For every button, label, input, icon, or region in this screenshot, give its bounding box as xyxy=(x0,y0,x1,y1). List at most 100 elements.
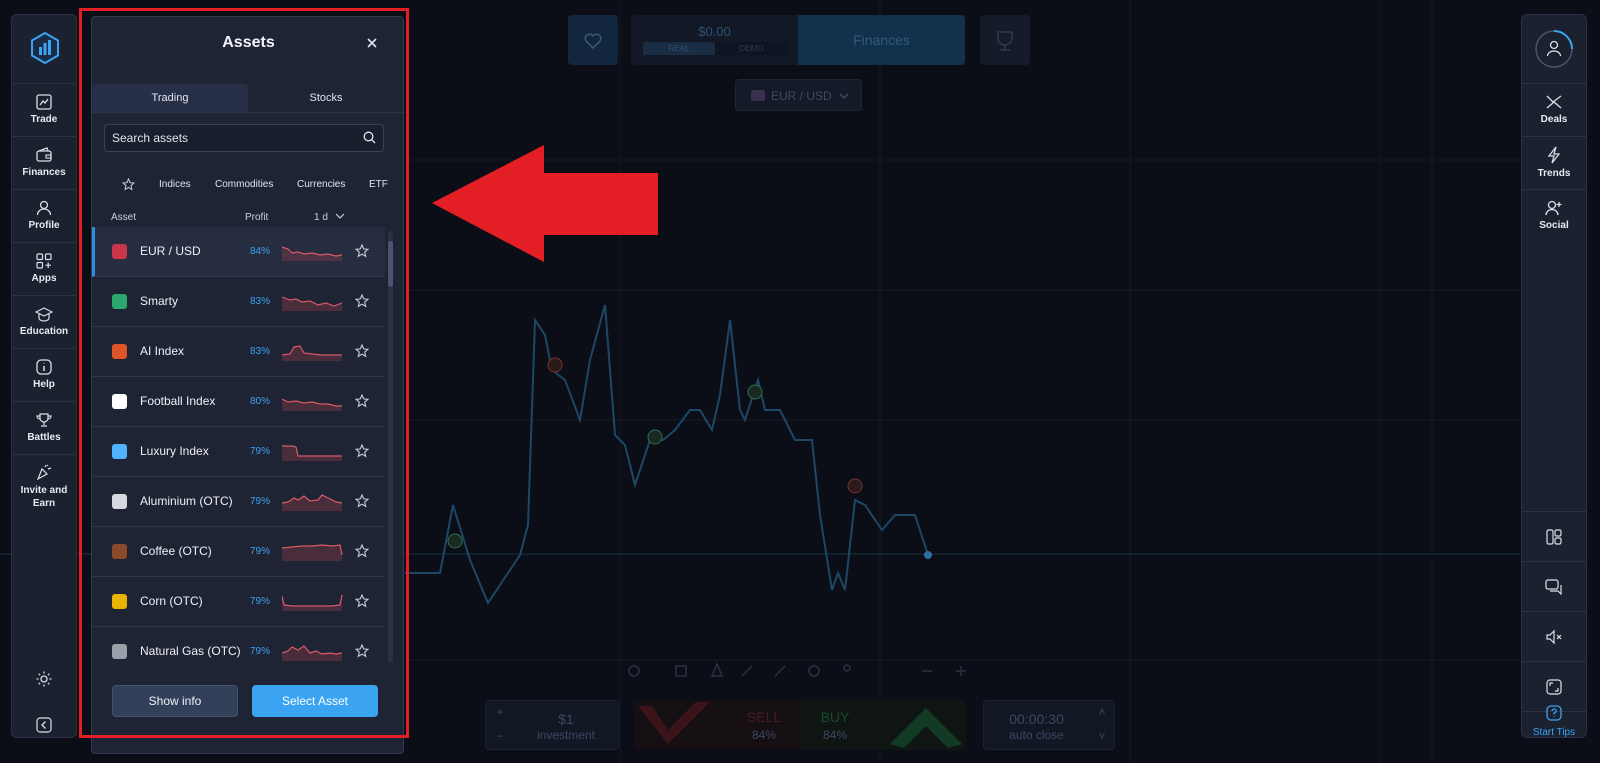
settings-button[interactable] xyxy=(35,670,53,693)
asset-row[interactable]: Smarty 83% xyxy=(92,277,385,327)
asset-name: AI Index xyxy=(140,344,185,358)
category-indices[interactable]: Indices xyxy=(159,179,191,190)
trophy-icon xyxy=(997,31,1013,51)
asset-row[interactable]: Aluminium (OTC) 79% xyxy=(92,477,385,527)
asset-row[interactable]: AI Index 83% xyxy=(92,327,385,377)
real-account-toggle[interactable]: REAL xyxy=(643,42,715,55)
sidebar-item-invite-and-earn[interactable]: Invite and Earn xyxy=(12,454,76,518)
scrollbar[interactable] xyxy=(388,231,393,663)
timer-stepper[interactable]: 00:00:30 auto close ˄ ˅ xyxy=(983,700,1115,750)
trophy-icon xyxy=(36,413,52,427)
favorite-star-icon[interactable] xyxy=(355,344,369,358)
sidebar-item-trade[interactable]: Trade xyxy=(12,83,76,135)
sparkline-chart xyxy=(282,594,343,611)
finances-button-label: Finances xyxy=(853,32,910,48)
asset-icon xyxy=(112,344,127,359)
avatar[interactable] xyxy=(1534,29,1574,69)
favorite-star-icon[interactable] xyxy=(355,494,369,508)
tab-stocks[interactable]: Stocks xyxy=(248,84,404,112)
asset-icon xyxy=(112,644,127,659)
pair-selector[interactable]: EUR / USD xyxy=(735,79,862,111)
search-input[interactable] xyxy=(112,125,362,151)
favorite-star-icon[interactable] xyxy=(355,644,369,658)
asset-list[interactable]: EUR / USD 84% Smarty 83% AI Index 83% Football… xyxy=(92,227,392,667)
demo-account-toggle[interactable]: DEMO xyxy=(715,44,788,53)
sell-button[interactable]: SELL 84% xyxy=(634,700,800,750)
asset-row[interactable]: Corn (OTC) 79% xyxy=(92,577,385,627)
help-circle-icon xyxy=(1546,705,1562,721)
scrollbar-thumb[interactable] xyxy=(388,241,393,287)
period-selector[interactable]: 1 d xyxy=(314,212,345,223)
favorites-button[interactable] xyxy=(568,15,618,65)
sidebar-item-label: Profile xyxy=(28,220,60,231)
collapse-sidebar-button[interactable] xyxy=(36,717,52,738)
sparkline-chart xyxy=(282,494,343,511)
sidebar-item-battles[interactable]: Battles xyxy=(12,401,76,453)
asset-row[interactable]: Luxury Index 79% xyxy=(92,427,385,477)
timer-decrease-button[interactable]: ˅ xyxy=(1092,729,1112,743)
timer-increase-button[interactable]: ˄ xyxy=(1092,705,1112,719)
investment-decrease-button[interactable]: − xyxy=(490,729,510,743)
finances-button[interactable]: Finances xyxy=(798,15,965,65)
investment-stepper[interactable]: + − $1 investment xyxy=(485,700,619,750)
category-favorites[interactable] xyxy=(121,177,136,196)
tab-trading[interactable]: Trading xyxy=(92,84,248,112)
sidebar-item-help[interactable]: Help xyxy=(12,348,76,400)
close-icon xyxy=(367,38,377,48)
balance-amount: $0.00 xyxy=(698,24,731,39)
asset-profit: 84% xyxy=(250,246,271,257)
sidebar-item-social[interactable]: Social xyxy=(1522,189,1586,241)
favorite-star-icon[interactable] xyxy=(355,544,369,558)
fullscreen-button[interactable] xyxy=(1522,661,1586,711)
tournaments-button[interactable] xyxy=(980,15,1030,65)
user-plus-icon xyxy=(1545,200,1562,216)
layout-button[interactable] xyxy=(1522,511,1586,561)
sidebar-item-finances[interactable]: Finances xyxy=(12,136,76,188)
show-info-button[interactable]: Show info xyxy=(112,685,238,717)
timer-value: 00:00:30 xyxy=(1009,711,1064,727)
app-logo-icon xyxy=(31,32,59,64)
close-button[interactable] xyxy=(363,34,381,52)
favorite-star-icon[interactable] xyxy=(355,594,369,608)
asset-row[interactable]: EUR / USD 84% xyxy=(92,227,385,277)
sound-toggle-button[interactable] xyxy=(1522,611,1586,661)
us-flag-icon xyxy=(751,90,765,101)
asset-row[interactable]: Natural Gas (OTC) 79% xyxy=(92,627,385,667)
sidebar-item-deals[interactable]: Deals xyxy=(1522,83,1586,135)
balance-widget[interactable]: $0.00 REAL DEMO xyxy=(631,15,798,65)
right-sidebar: Deals Trends Social Start Tips xyxy=(1521,14,1587,738)
sidebar-item-education[interactable]: Education xyxy=(12,295,76,347)
sparkline-chart xyxy=(282,544,343,561)
category-commodities[interactable]: Commodities xyxy=(215,179,273,190)
account-switch[interactable]: REAL DEMO xyxy=(643,42,788,55)
sidebar-item-trends[interactable]: Trends xyxy=(1522,136,1586,188)
sell-label: SELL xyxy=(746,709,782,725)
investment-increase-button[interactable]: + xyxy=(490,705,510,719)
favorite-star-icon[interactable] xyxy=(355,394,369,408)
category-etf[interactable]: ETF xyxy=(369,179,388,190)
sidebar-item-apps[interactable]: Apps xyxy=(12,242,76,294)
asset-name: Football Index xyxy=(140,394,216,408)
user-icon xyxy=(36,200,52,216)
favorite-star-icon[interactable] xyxy=(355,244,369,258)
start-tips-area[interactable]: Start Tips xyxy=(1522,705,1586,738)
chat-button[interactable] xyxy=(1522,561,1586,611)
asset-name: Natural Gas (OTC) xyxy=(140,644,241,658)
category-currencies[interactable]: Currencies xyxy=(297,179,345,190)
chevron-down-icon xyxy=(839,93,849,100)
sidebar-item-label: Trade xyxy=(30,114,58,125)
favorite-star-icon[interactable] xyxy=(355,444,369,458)
sidebar-item-profile[interactable]: Profile xyxy=(12,189,76,241)
sparkline-chart xyxy=(282,246,343,261)
buy-button[interactable]: BUY 84% xyxy=(800,700,966,750)
asset-name: Aluminium (OTC) xyxy=(140,494,233,508)
select-asset-button[interactable]: Select Asset xyxy=(252,685,378,717)
sidebar-item-label: Invite and Earn xyxy=(20,484,68,509)
graduation-cap-icon xyxy=(35,307,53,322)
avatar-user-icon xyxy=(1535,30,1573,68)
asset-row[interactable]: Football Index 80% xyxy=(92,377,385,427)
asset-name: Smarty xyxy=(140,294,179,308)
search-box[interactable] xyxy=(104,124,384,152)
asset-row[interactable]: Coffee (OTC) 79% xyxy=(92,527,385,577)
favorite-star-icon[interactable] xyxy=(355,294,369,308)
